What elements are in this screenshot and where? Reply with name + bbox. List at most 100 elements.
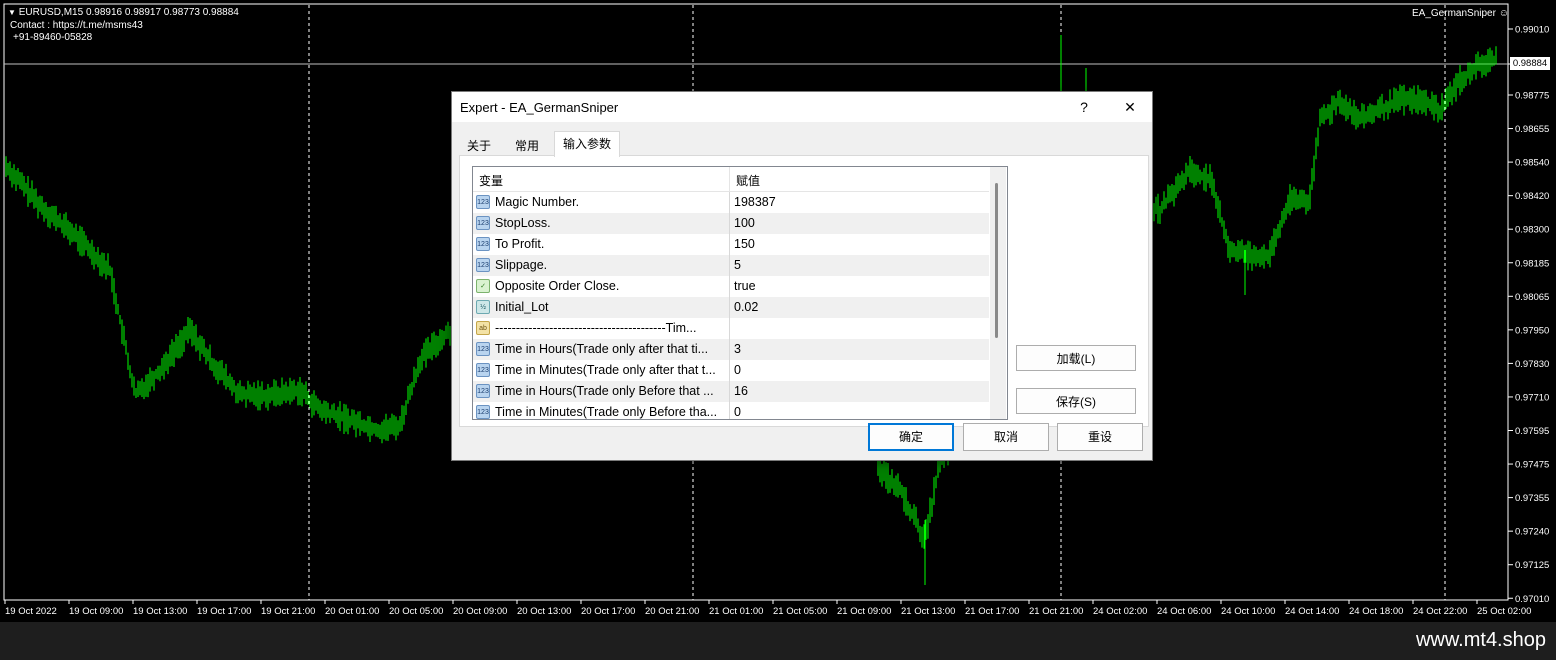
param-value[interactable]: 198387 xyxy=(734,195,984,209)
param-name: StopLoss. xyxy=(495,216,551,230)
table-row[interactable]: 123 Time in Minutes(Trade only after that… xyxy=(473,360,989,382)
param-value[interactable]: 0 xyxy=(734,363,984,377)
param-name: Time in Minutes(Trade only Before tha... xyxy=(495,405,718,419)
time-label: 20 Oct 01:00 xyxy=(325,606,379,617)
tab-inputs[interactable]: 输入参数 xyxy=(554,131,621,157)
contact-line: Contact : https://t.me/msms43 xyxy=(10,20,143,31)
param-value[interactable]: true xyxy=(734,279,984,293)
param-name: Magic Number. xyxy=(495,195,580,209)
table-row[interactable]: 123 To Profit. 150 xyxy=(473,234,989,256)
time-label: 24 Oct 06:00 xyxy=(1157,606,1211,617)
reset-button[interactable]: 重设 xyxy=(1057,423,1143,451)
chart-menu-arrow-icon[interactable]: ▼ xyxy=(8,8,16,17)
help-button[interactable]: ? xyxy=(1062,94,1106,120)
price-label: 0.98775 xyxy=(1515,91,1549,102)
price-label: 0.97475 xyxy=(1515,460,1549,471)
table-header: 变量 赋值 xyxy=(473,167,989,192)
time-label: 21 Oct 01:00 xyxy=(709,606,763,617)
ea-label: EA_GermanSniper xyxy=(1412,8,1496,19)
time-label: 24 Oct 18:00 xyxy=(1349,606,1403,617)
double-param-icon: ½ xyxy=(476,300,490,314)
table-row[interactable]: 123 Magic Number. 198387 xyxy=(473,192,989,214)
integer-param-icon: 123 xyxy=(476,237,490,251)
price-label: 0.98540 xyxy=(1515,158,1549,169)
table-row[interactable]: 123 Time in Minutes(Trade only Before tha… xyxy=(473,402,989,419)
time-label: 21 Oct 13:00 xyxy=(901,606,955,617)
time-label: 21 Oct 21:00 xyxy=(1029,606,1083,617)
parameters-table: 变量 赋值 123 Magic Number. 198387 123 StopLoss.… xyxy=(472,166,1008,420)
table-row[interactable]: ✓ Opposite Order Close. true xyxy=(473,276,989,298)
boolean-param-icon: ✓ xyxy=(476,279,490,293)
param-value[interactable]: 150 xyxy=(734,237,984,251)
price-label: 0.97125 xyxy=(1515,560,1549,571)
cancel-button[interactable]: 取消 xyxy=(963,423,1049,451)
save-button[interactable]: 保存(S) xyxy=(1016,388,1136,414)
price-label: 0.98655 xyxy=(1515,124,1549,135)
time-label: 20 Oct 05:00 xyxy=(389,606,443,617)
price-label: 0.97950 xyxy=(1515,325,1549,336)
table-row[interactable]: 123 Slippage. 5 xyxy=(473,255,989,277)
price-label: 0.97355 xyxy=(1515,493,1549,504)
smiley-icon[interactable]: ☺ xyxy=(1499,8,1509,19)
watermark-text: www.mt4.shop xyxy=(1415,629,1546,651)
integer-param-icon: 123 xyxy=(476,342,490,356)
symbol-info-line: EURUSD,M15 0.98916 0.98917 0.98773 0.988… xyxy=(18,7,239,18)
time-label: 19 Oct 21:00 xyxy=(261,606,315,617)
time-label: 24 Oct 02:00 xyxy=(1093,606,1147,617)
time-label: 25 Oct 02:00 xyxy=(1477,606,1531,617)
scrollbar-thumb[interactable] xyxy=(995,183,998,338)
time-label: 19 Oct 17:00 xyxy=(197,606,251,617)
time-label: 20 Oct 13:00 xyxy=(517,606,571,617)
time-label: 24 Oct 10:00 xyxy=(1221,606,1275,617)
param-value[interactable]: 100 xyxy=(734,216,984,230)
table-row[interactable]: ab --------------------------------------… xyxy=(473,318,989,340)
dialog-titlebar[interactable]: Expert - EA_GermanSniper ? ✕ xyxy=(452,92,1152,122)
col-value-header[interactable]: 赋值 xyxy=(736,172,760,189)
price-label: 0.97710 xyxy=(1515,392,1549,403)
param-name: Time in Hours(Trade only Before that ... xyxy=(495,384,714,398)
param-name: To Profit. xyxy=(495,237,545,251)
time-label: 21 Oct 09:00 xyxy=(837,606,891,617)
integer-param-icon: 123 xyxy=(476,216,490,230)
price-label: 0.98065 xyxy=(1515,292,1549,303)
price-label: 0.98185 xyxy=(1515,258,1549,269)
price-label: 0.97010 xyxy=(1515,594,1549,605)
integer-param-icon: 123 xyxy=(476,258,490,272)
time-label: 21 Oct 05:00 xyxy=(773,606,827,617)
table-row[interactable]: ½ Initial_Lot 0.02 xyxy=(473,297,989,319)
param-name: ----------------------------------------… xyxy=(495,321,697,335)
time-label: 19 Oct 2022 xyxy=(5,606,57,617)
table-row[interactable]: 123 Time in Hours(Trade only Before that … xyxy=(473,381,989,403)
time-label: 20 Oct 09:00 xyxy=(453,606,507,617)
integer-param-icon: 123 xyxy=(476,405,490,419)
table-row[interactable]: 123 StopLoss. 100 xyxy=(473,213,989,235)
param-name: Time in Minutes(Trade only after that t.… xyxy=(495,363,716,377)
inputs-panel: 变量 赋值 123 Magic Number. 198387 123 StopLoss.… xyxy=(459,155,1149,427)
param-value[interactable]: 0.02 xyxy=(734,300,984,314)
param-value[interactable]: 5 xyxy=(734,258,984,272)
price-label: 0.98300 xyxy=(1515,225,1549,236)
expert-properties-dialog: Expert - EA_GermanSniper ? ✕ 关于 常用 输入参数 … xyxy=(451,91,1153,461)
phone-line: +91-89460-05828 xyxy=(13,32,93,43)
param-name: Time in Hours(Trade only after that ti..… xyxy=(495,342,709,356)
tab-common[interactable]: 常用 xyxy=(507,136,547,156)
price-label: 0.99010 xyxy=(1515,25,1549,36)
load-button[interactable]: 加载(L) xyxy=(1016,345,1136,371)
ok-button[interactable]: 确定 xyxy=(868,423,954,451)
price-label: 0.98420 xyxy=(1515,191,1549,202)
table-row[interactable]: 123 Time in Hours(Trade only after that t… xyxy=(473,339,989,361)
param-name: Opposite Order Close. xyxy=(495,279,620,293)
param-name: Initial_Lot xyxy=(495,300,549,314)
param-value[interactable]: 0 xyxy=(734,405,984,419)
param-value[interactable]: 16 xyxy=(734,384,984,398)
tab-about[interactable]: 关于 xyxy=(459,136,499,156)
time-label: 20 Oct 21:00 xyxy=(645,606,699,617)
param-value[interactable]: 3 xyxy=(734,342,984,356)
table-scrollbar[interactable] xyxy=(990,167,1006,419)
col-variable-header[interactable]: 变量 xyxy=(479,172,503,189)
current-price-tag: 0.98884 xyxy=(1510,57,1550,70)
integer-param-icon: 123 xyxy=(476,363,490,377)
close-button[interactable]: ✕ xyxy=(1108,94,1152,120)
time-label: 24 Oct 14:00 xyxy=(1285,606,1339,617)
time-label: 21 Oct 17:00 xyxy=(965,606,1019,617)
